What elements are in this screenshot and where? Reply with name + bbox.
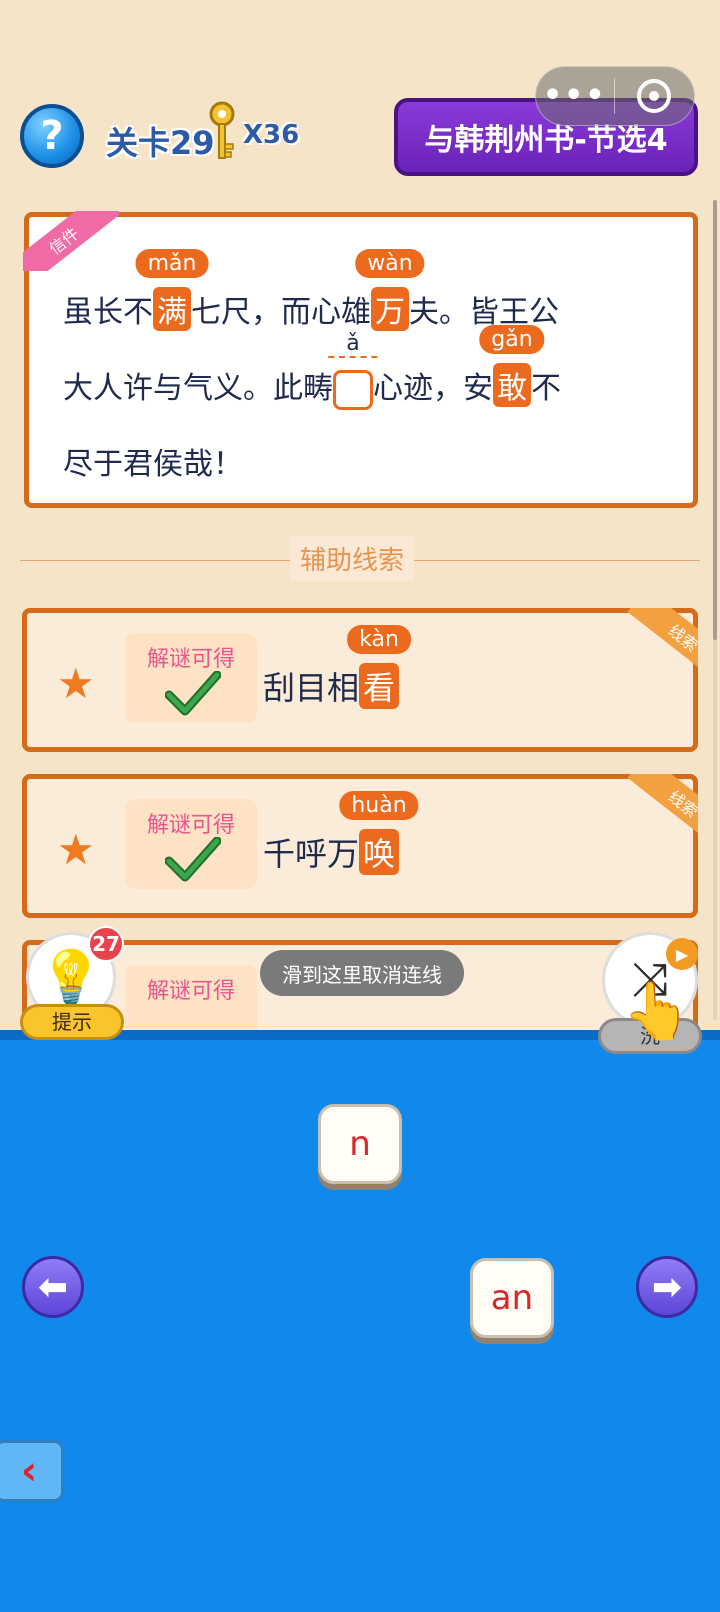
arrow-right-button[interactable]: ➡ <box>636 1256 698 1318</box>
cancel-connection-zone[interactable]: 滑到这里取消连线 <box>260 950 464 996</box>
clue-text: 千呼万 huàn 唤 <box>263 791 419 875</box>
clue-corner-tag: 线索 <box>618 774 698 834</box>
letter-card: 信件 虽长不 mǎn 满七尺，而心雄 wàn 万夫。皆王公 大人许与气义。此畴 ǎ 心迹，安… <box>23 211 698 508</box>
clue-corner-tag: 线索 <box>618 608 698 668</box>
target-icon <box>637 79 672 113</box>
help-button[interactable]: ? <box>20 104 84 168</box>
level-label: 关卡29 <box>106 124 215 162</box>
clue-card: 线索 ★ 解谜可得 刮目相 kàn 看 <box>22 608 698 752</box>
clue-text: 刮目相 kàn 看 <box>263 625 411 709</box>
reward-badge: 解谜可得 <box>125 633 257 723</box>
arrow-left-button[interactable]: ⬅ <box>22 1256 84 1318</box>
answered-char: kàn 看 <box>347 625 411 709</box>
letter-tag: 信件 <box>23 211 119 271</box>
answered-char: huàn 唤 <box>339 791 419 875</box>
letter-tile[interactable]: n <box>318 1104 402 1184</box>
answered-char: gǎn 敢 <box>479 325 545 407</box>
answered-char: wàn 万 <box>355 249 425 331</box>
pointing-hand-icon: 👆 <box>622 979 692 1044</box>
back-button[interactable]: ‹ <box>0 1440 64 1502</box>
letter-line-3: 尽于君侯哉！ <box>63 447 243 482</box>
key-icon <box>209 101 235 159</box>
answer-blank[interactable]: ǎ <box>328 331 378 410</box>
hint-label: 提示 <box>20 1004 124 1040</box>
star-icon: ★ <box>57 825 95 874</box>
star-icon: ★ <box>57 659 95 708</box>
more-menu-icon[interactable]: ••• <box>536 66 614 126</box>
aux-clues-label: 辅助线索 <box>290 536 415 581</box>
close-mini-program-button[interactable] <box>615 79 695 113</box>
answered-char: mǎn 满 <box>135 249 209 331</box>
check-icon <box>165 671 221 716</box>
check-icon <box>165 837 221 882</box>
key-count: X36 <box>243 120 300 150</box>
letter-tile[interactable]: an <box>470 1258 554 1338</box>
clue-card: 线索 ★ 解谜可得 千呼万 huàn 唤 <box>22 774 698 918</box>
reward-badge: 解谜可得 <box>125 965 257 1030</box>
scrollbar[interactable] <box>713 200 717 1020</box>
mini-program-capsule: ••• <box>535 66 695 126</box>
letter-line-1: 虽长不 mǎn 满七尺，而心雄 wàn 万夫。皆王公 <box>63 249 559 331</box>
hint-button[interactable]: 💡 27 提示 <box>20 926 124 1040</box>
video-ad-icon: ▶ <box>666 938 698 970</box>
letter-line-2: 大人许与气义。此畴 ǎ 心迹，安 gǎn 敢不 <box>63 325 561 410</box>
reward-badge: 解谜可得 <box>125 799 257 889</box>
hint-count-badge: 27 <box>88 926 124 962</box>
